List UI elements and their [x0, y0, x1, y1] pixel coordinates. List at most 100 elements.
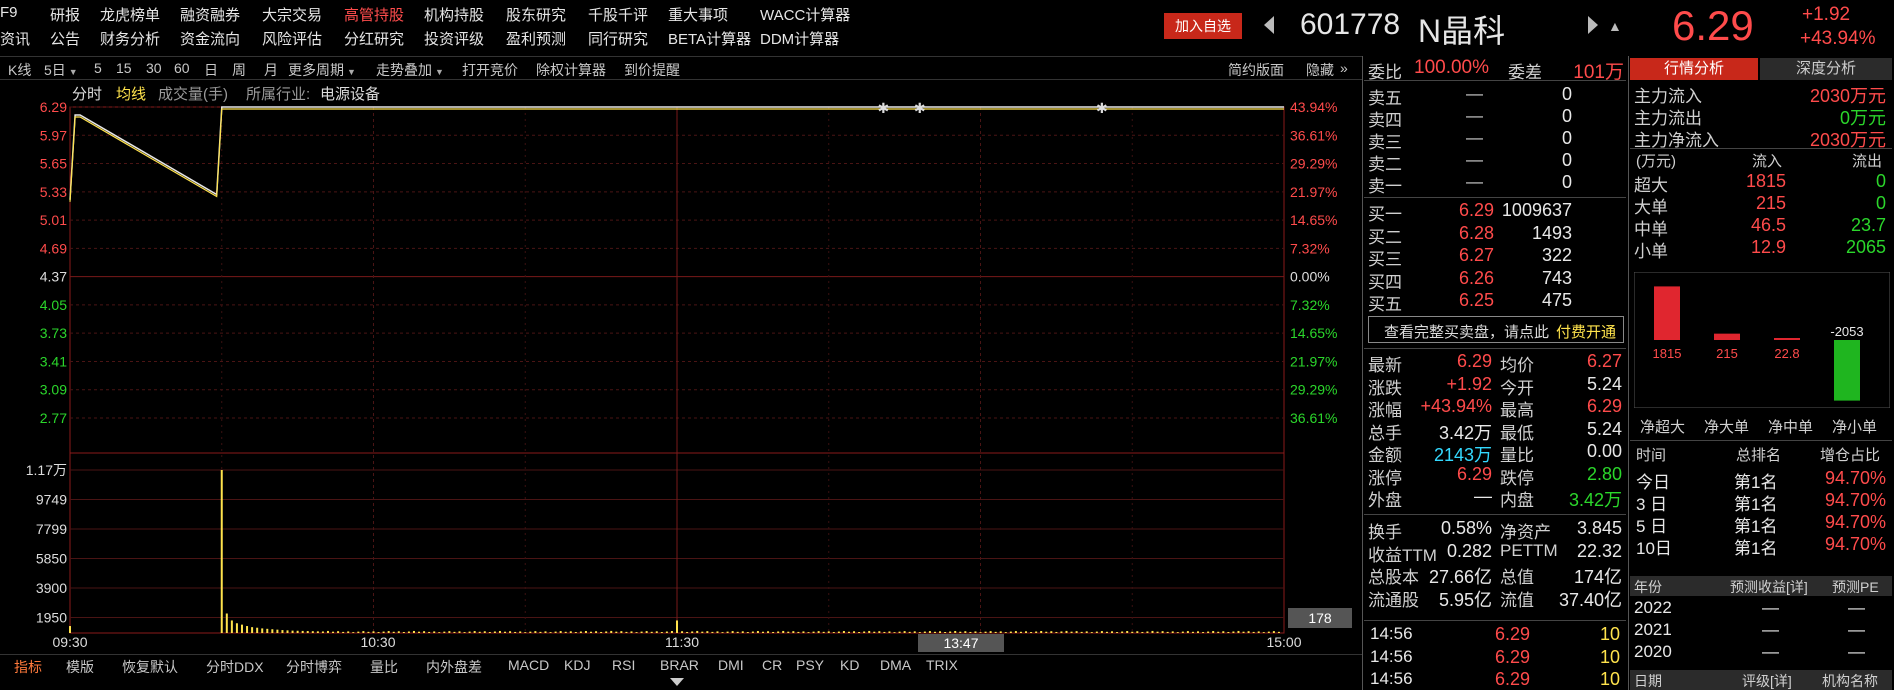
menu-item-1[interactable]: 研报	[50, 4, 80, 25]
menu-item-2[interactable]: 财务分析	[100, 28, 160, 49]
menu-item-5[interactable]: 分红研究	[344, 28, 404, 49]
toolbar-item[interactable]: 月	[264, 60, 278, 80]
toolbar-item[interactable]: 60	[174, 60, 190, 76]
hide-button[interactable]: 隐藏	[1306, 60, 1334, 80]
menu-item-3[interactable]: 融资融券	[180, 4, 240, 25]
indicator-tab[interactable]: 模版	[66, 657, 94, 677]
indicator-tab[interactable]: DMI	[718, 657, 744, 673]
collapse-arrow-icon[interactable]	[670, 678, 684, 686]
fundamental-value: 22.32	[1576, 540, 1622, 561]
menu-item-10[interactable]: WACC计算器	[760, 4, 850, 25]
toolbar-item[interactable]: 打开竞价	[462, 60, 518, 80]
simple-view-button[interactable]: 简约版面	[1228, 60, 1284, 80]
indicator-tab[interactable]: TRIX	[926, 657, 958, 673]
toolbar-item[interactable]: K线	[8, 60, 31, 80]
toolbar-item[interactable]: 日	[204, 60, 218, 80]
menu-item-7[interactable]: 股东研究	[506, 4, 566, 25]
toolbar-item[interactable]: 除权计算器	[536, 60, 606, 80]
forecast-eps: —	[1762, 620, 1779, 639]
rating-header[interactable]: 评级[详]	[1742, 671, 1792, 690]
toolbar-item[interactable]: 更多周期 ▼	[288, 60, 356, 80]
event-marker-icon[interactable]: ✱	[914, 100, 926, 116]
menu-item-1[interactable]: 公告	[50, 28, 80, 49]
net-flow-label: 净中单	[1768, 419, 1814, 436]
indicator-tab[interactable]: DMA	[880, 657, 911, 673]
quote-value: 2.80	[1586, 463, 1622, 484]
tab-depth-analysis[interactable]: 深度分析	[1760, 58, 1892, 80]
hide-chevron-icon[interactable]: »	[1340, 60, 1348, 76]
pct-tick-label: 43.94%	[1290, 99, 1337, 115]
ask-level-volume: 0	[1561, 128, 1572, 148]
toolbar-item[interactable]: 周	[232, 60, 246, 80]
toolbar-item[interactable]: 15	[116, 60, 132, 76]
menu-item-3[interactable]: 资金流向	[180, 28, 240, 49]
toolbar-item[interactable]: 5	[94, 60, 102, 76]
menu-item-0[interactable]: F9	[0, 4, 18, 21]
cursor-volume: 178	[1308, 610, 1332, 626]
pay-open-link[interactable]: 付费开通	[1556, 321, 1616, 342]
forecast-year: 2020	[1634, 642, 1672, 661]
menu-item-6[interactable]: 机构持股	[424, 4, 484, 25]
toolbar-item[interactable]: 走势叠加 ▼	[376, 60, 444, 80]
cursor-time: 13:47	[943, 635, 978, 651]
indicator-tab[interactable]: PSY	[796, 657, 824, 673]
indicator-tab[interactable]: CR	[762, 657, 782, 673]
forecast-header: 年份	[1634, 579, 1662, 595]
indicator-tab[interactable]: 分时DDX	[206, 657, 264, 677]
menu-item-10[interactable]: DDM计算器	[760, 28, 839, 49]
toolbar-item[interactable]: 30	[146, 60, 162, 76]
indicator-tab[interactable]: RSI	[612, 657, 635, 673]
fundamental-value: 37.40亿	[1558, 589, 1622, 610]
event-marker-icon[interactable]: ✱	[878, 100, 890, 116]
toolbar-item[interactable]: 5日 ▼	[44, 60, 78, 80]
menu-item-5[interactable]: 高管持股	[344, 4, 404, 25]
volume-tick-label: 1.17万	[26, 462, 67, 478]
menu-item-8[interactable]: 千股千评	[588, 4, 648, 25]
indicator-tab[interactable]: KDJ	[564, 657, 590, 673]
rating-header: 日期	[1634, 673, 1662, 689]
indicator-tab[interactable]: 内外盘差	[426, 657, 482, 677]
menu-item-4[interactable]: 大宗交易	[262, 4, 322, 25]
alert-bell-icon[interactable]: ▲	[1608, 18, 1622, 34]
bid-level-label: 买二	[1368, 227, 1402, 247]
price-tick-label: 3.73	[40, 325, 67, 341]
menu-item-9[interactable]: 重大事项	[668, 4, 728, 25]
add-watchlist-button[interactable]: 加入自选	[1164, 13, 1242, 39]
menu-item-8[interactable]: 同行研究	[588, 28, 648, 49]
prev-stock-icon[interactable]	[1264, 16, 1274, 34]
menu-item-6[interactable]: 投资评级	[424, 28, 484, 49]
indicator-tab[interactable]: BRAR	[660, 657, 699, 673]
indicator-tab[interactable]: MACD	[508, 657, 549, 673]
divider	[1628, 56, 1629, 690]
fundamental-label: 流通股	[1368, 590, 1419, 610]
indicator-tab[interactable]: 指标	[14, 657, 42, 677]
indicator-tab[interactable]: 分时博弈	[286, 657, 342, 677]
indicator-tab[interactable]: 恢复默认	[122, 657, 178, 677]
menu-item-4[interactable]: 风险评估	[262, 28, 322, 49]
bid-level-price: 6.29	[1458, 200, 1494, 220]
menu-item-0[interactable]: 资讯	[0, 28, 30, 49]
event-marker-icon[interactable]: ✱	[1096, 100, 1108, 116]
weibi-value: 100.00%	[1414, 57, 1490, 78]
menu-item-7[interactable]: 盈利预测	[506, 28, 566, 49]
menu-item-9[interactable]: BETA计算器	[668, 28, 751, 49]
quote-value: 0.00	[1586, 441, 1622, 461]
next-stock-icon[interactable]	[1588, 16, 1598, 34]
quote-label: 涨幅	[1368, 401, 1402, 420]
indicator-tab[interactable]: 量比	[370, 657, 398, 677]
header-change: +1.92	[1802, 4, 1851, 25]
rank-time: 10日	[1636, 539, 1672, 558]
dropdown-caret-icon: ▼	[347, 67, 356, 77]
intraday-chart[interactable]: 6.29 43.94% 5.97 36.61% 5.65 29.29% 5.33 21.97%…	[0, 98, 1362, 653]
forecast-header[interactable]: 预测收益[详]	[1730, 577, 1808, 597]
menu-item-2[interactable]: 龙虎榜单	[100, 4, 160, 25]
fundamental-label: 总值	[1500, 568, 1534, 587]
tab-market-analysis[interactable]: 行情分析	[1630, 58, 1758, 80]
ask-level-volume: 0	[1561, 84, 1572, 104]
order-inflow: 1815	[1745, 171, 1786, 191]
quote-label: 量比	[1500, 446, 1534, 465]
quote-value: 3.42万	[1568, 490, 1622, 510]
indicator-tab[interactable]: KD	[840, 657, 859, 673]
toolbar-item[interactable]: 到价提醒	[624, 60, 680, 80]
volume-tick-label: 1950	[36, 610, 67, 626]
